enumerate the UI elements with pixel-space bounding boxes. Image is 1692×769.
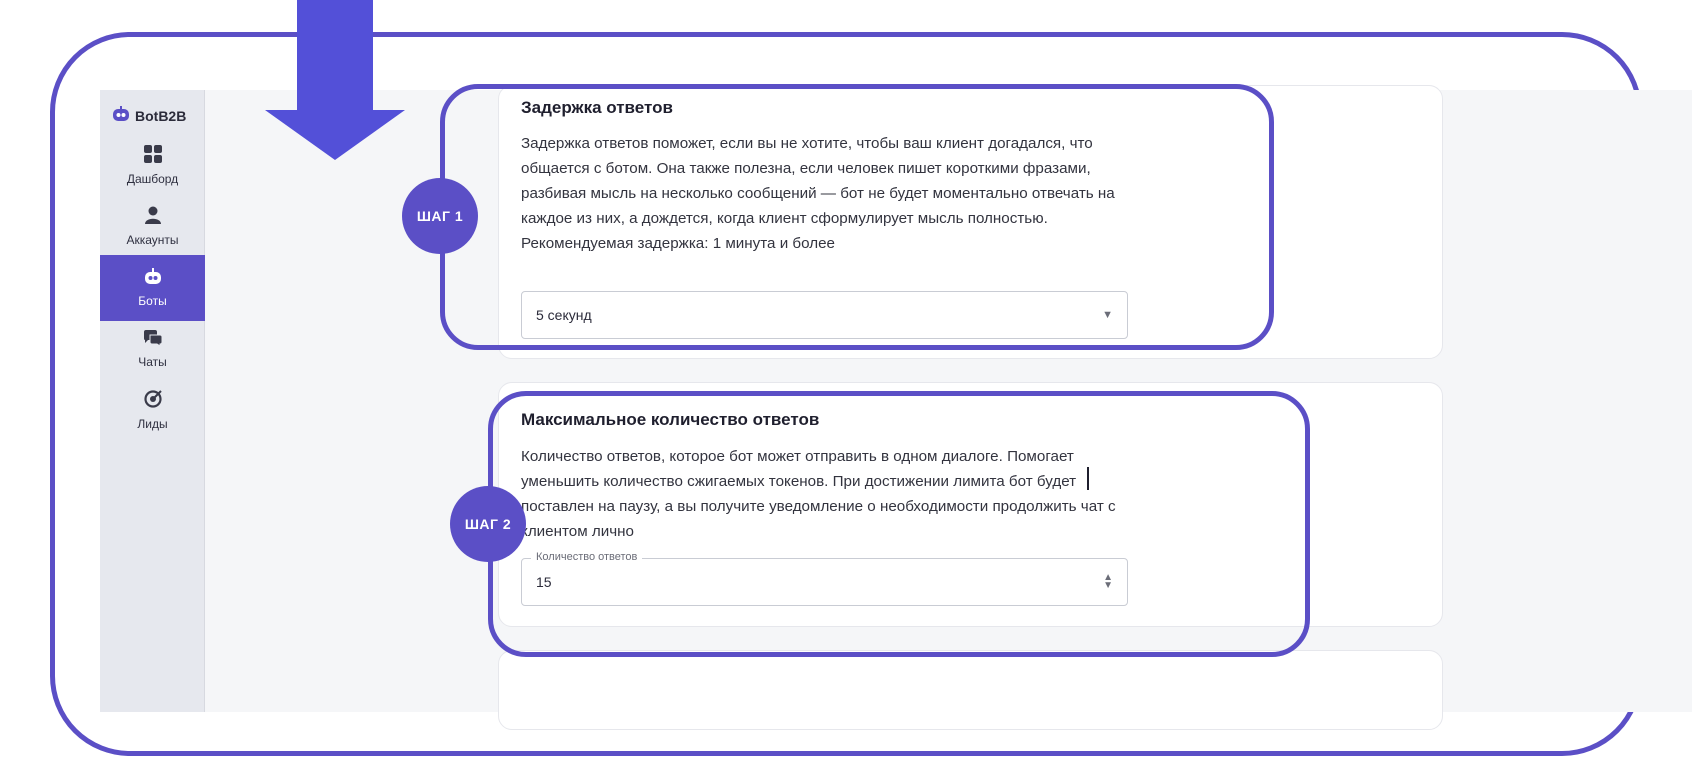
- response-delay-value: 5 секунд: [536, 307, 592, 323]
- bot-icon: [144, 268, 162, 288]
- max-responses-description: Количество ответов, которое бот может от…: [521, 448, 1116, 540]
- response-delay-description: Задержка ответов поможет, если вы не хот…: [521, 135, 1115, 252]
- response-delay-select[interactable]: 5 секунд ▼: [521, 291, 1128, 339]
- bot-logo-icon: [112, 105, 130, 127]
- sidebar-item-bots[interactable]: Боты: [100, 255, 205, 321]
- user-icon: [144, 206, 161, 227]
- sidebar: BotB2B Дашборд Аккаунты Боты Чаты Лиды: [100, 90, 205, 712]
- next-settings-card: [498, 650, 1443, 730]
- sidebar-item-label: Боты: [138, 294, 167, 308]
- target-icon: [143, 389, 162, 411]
- chat-bubbles-icon: [143, 329, 162, 349]
- brand-name: BotB2B: [135, 108, 187, 124]
- max-responses-title: Максимальное количество ответов: [521, 410, 820, 429]
- brand-logo[interactable]: BotB2B: [100, 90, 204, 132]
- arrow-down-icon: [265, 0, 405, 160]
- sidebar-item-leads[interactable]: Лиды: [100, 377, 205, 443]
- step2-badge: ШАГ 2: [450, 486, 526, 562]
- sidebar-item-label: Аккаунты: [126, 232, 179, 247]
- number-stepper-icon[interactable]: ▲ ▼: [1103, 573, 1113, 591]
- chevron-down-icon: ▼: [1102, 309, 1113, 321]
- max-responses-value: 15: [536, 574, 552, 590]
- dashboard-grid-icon: [143, 144, 162, 166]
- text-cursor: [1087, 467, 1089, 490]
- response-delay-card: Задержка ответов Задержка ответов поможе…: [498, 85, 1443, 359]
- sidebar-item-label: Чаты: [138, 354, 167, 369]
- max-responses-card: Максимальное количество ответов Количест…: [498, 382, 1443, 627]
- sidebar-item-label: Дашборд: [126, 171, 179, 186]
- sidebar-item-dashboard[interactable]: Дашборд: [100, 132, 205, 198]
- step1-badge: ШАГ 1: [402, 178, 478, 254]
- sidebar-item-label: Лиды: [137, 416, 168, 431]
- max-responses-input[interactable]: 15 ▲ ▼: [521, 558, 1128, 606]
- sidebar-item-chats[interactable]: Чаты: [100, 316, 205, 382]
- max-responses-label: Количество ответов: [531, 551, 643, 563]
- sidebar-item-accounts[interactable]: Аккаунты: [100, 193, 205, 259]
- response-delay-title: Задержка ответов: [521, 98, 673, 117]
